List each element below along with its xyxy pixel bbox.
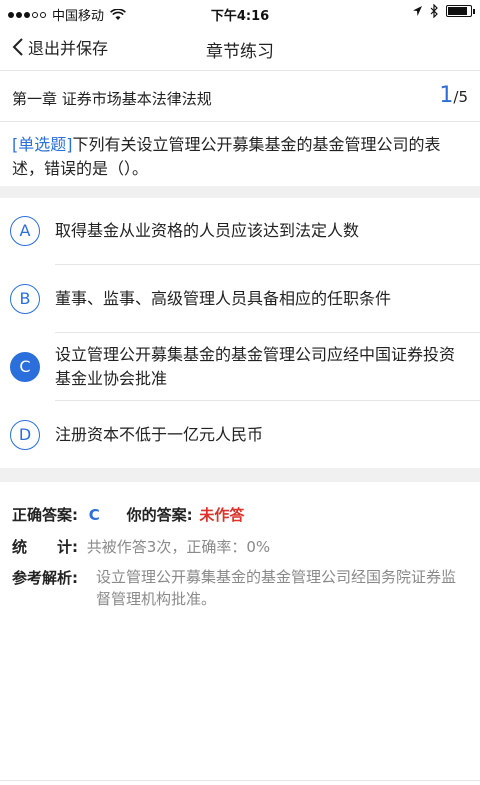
- option-c-text: 设立管理公开募集基金的基金管理公司应经中国证券投资基金业协会批准: [55, 345, 456, 388]
- option-a-text: 取得基金从业资格的人员应该达到法定人数: [55, 221, 360, 240]
- your-answer-label: 你的答案:: [126, 506, 193, 524]
- answer-row: 正确答案: C 你的答案: 未作答: [12, 503, 244, 527]
- option-d-text: 注册资本不低于一亿元人民币: [55, 425, 264, 444]
- option-b[interactable]: B 董事、监事、高级管理人员具备相应的任职条件: [0, 265, 480, 333]
- option-b-text: 董事、监事、高级管理人员具备相应的任职条件: [55, 289, 392, 308]
- location-arrow-icon: [413, 6, 422, 16]
- nav-divider: [0, 70, 480, 71]
- option-d[interactable]: D 注册资本不低于一亿元人民币: [0, 401, 480, 468]
- stats-row: 统 计: 共被作答3次，正确率：0%: [12, 535, 270, 559]
- stats-value: 共被作答3次，正确率：0%: [86, 538, 271, 556]
- stats-label: 统 计:: [12, 538, 78, 556]
- question-counter: 1/5: [439, 83, 468, 108]
- option-a-letter: A: [10, 216, 40, 246]
- status-bar: 中国移动 下午4:16: [0, 0, 480, 26]
- nav-bar: 退出并保存 章节练习: [0, 26, 480, 70]
- battery-level: [448, 7, 467, 15]
- correct-answer-label: 正确答案:: [12, 506, 78, 524]
- correct-answer-value: C: [88, 506, 100, 524]
- your-answer-value: 未作答: [199, 506, 245, 524]
- bottom-divider: [0, 780, 480, 781]
- option-a[interactable]: A 取得基金从业资格的人员应该达到法定人数: [0, 198, 480, 265]
- question-body: 下列有关设立管理公开募集基金的基金管理公司的表述，错误的是（）。: [12, 135, 441, 178]
- question-type: [单选题]: [12, 135, 73, 154]
- option-c[interactable]: C 设立管理公开募集基金的基金管理公司应经中国证券投资基金业协会批准: [0, 333, 480, 401]
- question-text: [单选题]下列有关设立管理公开募集基金的基金管理公司的表述，错误的是（）。: [12, 133, 470, 181]
- total-questions: /5: [453, 88, 468, 106]
- analysis-text: 设立管理公开募集基金的基金管理公司经国务院证券监督管理机构批准。: [96, 568, 457, 608]
- status-right: [412, 4, 475, 18]
- page-title: 章节练习: [206, 42, 274, 62]
- section-separator: [0, 468, 480, 482]
- section-separator: [0, 186, 480, 198]
- current-question-number: 1: [439, 83, 454, 108]
- option-b-letter: B: [10, 284, 40, 314]
- chapter-header: 第一章 证券市场基本法律法规 1/5: [0, 80, 480, 118]
- option-d-letter: D: [10, 420, 40, 450]
- option-c-letter: C: [10, 352, 40, 382]
- battery-icon: [446, 5, 475, 17]
- analysis-label: 参考解析:: [12, 569, 78, 587]
- bluetooth-icon: [430, 4, 438, 18]
- status-time: 下午4:16: [210, 9, 270, 24]
- chapter-divider: [0, 121, 480, 122]
- chapter-title: 第一章 证券市场基本法律法规: [12, 90, 212, 108]
